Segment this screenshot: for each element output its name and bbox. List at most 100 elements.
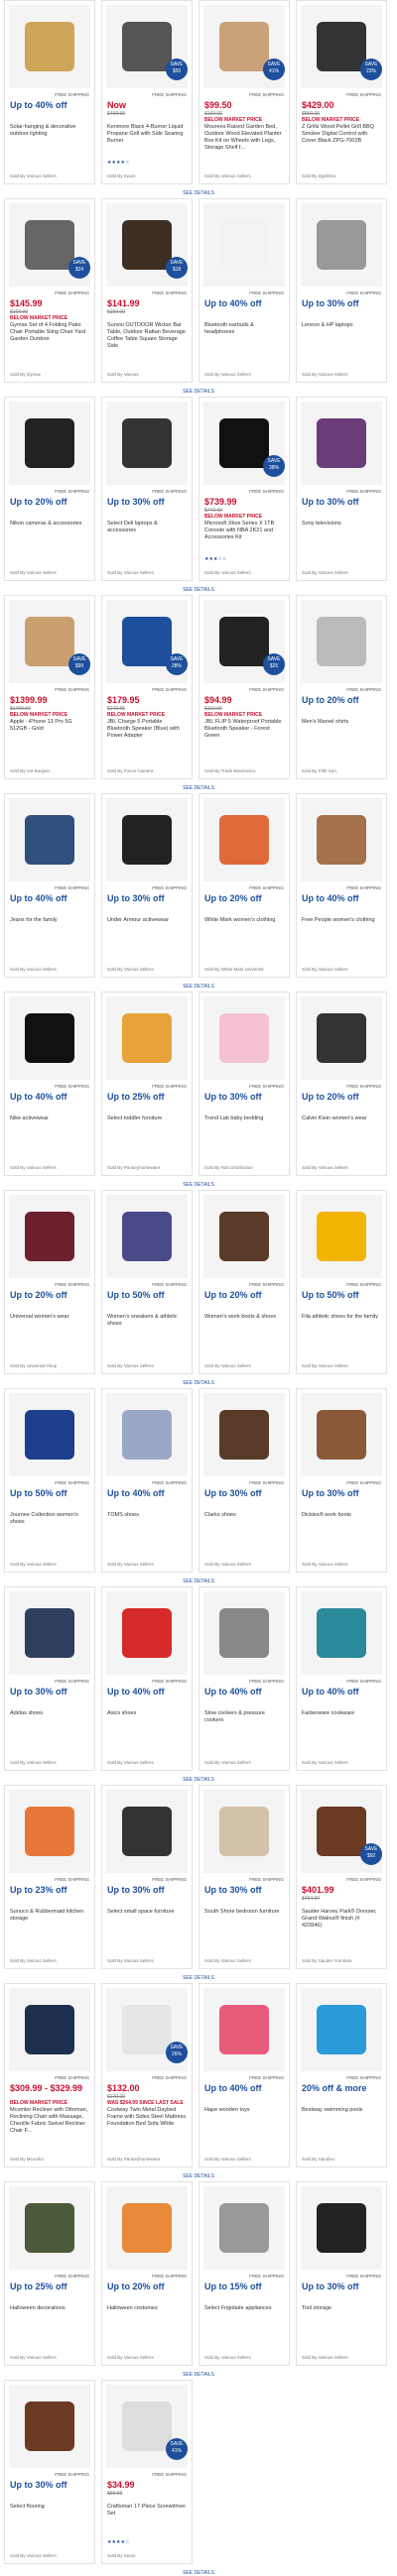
product-title[interactable]: Nikon cameras & accessories bbox=[10, 521, 89, 527]
product-title[interactable]: JBL Charge 5 Portable Bluetooth Speaker … bbox=[107, 719, 187, 740]
deal-card[interactable]: FREE SHIPPING $309.99 - $329.99 BELOW MARK… bbox=[4, 1983, 95, 2167]
see-details-link[interactable]: SEE DETAILS bbox=[0, 190, 397, 196]
product-title[interactable]: Microsoft Xbox Series X 1TB Console with… bbox=[204, 521, 284, 541]
product-title[interactable]: Lenovo & HP laptops bbox=[302, 322, 381, 329]
product-image[interactable] bbox=[106, 798, 188, 881]
product-title[interactable]: Costway Twin Metal Daybed Frame with Sid… bbox=[107, 2107, 187, 2128]
product-image[interactable] bbox=[301, 1988, 382, 2071]
product-image[interactable] bbox=[203, 996, 285, 1080]
product-image[interactable] bbox=[301, 600, 382, 683]
product-title[interactable]: Women's sneakers & athletic shoes bbox=[107, 1314, 187, 1328]
product-image[interactable] bbox=[203, 203, 285, 287]
product-image[interactable] bbox=[106, 1790, 188, 1873]
see-details-link[interactable]: SEE DETAILS bbox=[0, 1182, 397, 1188]
product-image[interactable] bbox=[9, 1790, 90, 1873]
product-image[interactable] bbox=[106, 1393, 188, 1476]
deal-card[interactable]: FREE SHIPPING Up to 20% off Women's work b… bbox=[198, 1190, 290, 1374]
product-image[interactable] bbox=[203, 1591, 285, 1675]
deal-card[interactable]: FREE SHIPPING Up to 20% off Nikon cameras … bbox=[4, 397, 95, 581]
product-title[interactable]: Universal women's wear bbox=[10, 1314, 89, 1321]
see-details-link[interactable]: SEE DETAILS bbox=[0, 2173, 397, 2179]
product-image[interactable] bbox=[301, 1195, 382, 1278]
product-image[interactable] bbox=[106, 402, 188, 485]
deal-card[interactable]: SAVE 38% FREE SHIPPING $739.99 $749.99 BELOW… bbox=[198, 397, 290, 581]
product-title[interactable]: Mourees Raised Garden Bed, Outdoor Wood … bbox=[204, 124, 284, 152]
product-title[interactable]: TOMS shoes bbox=[107, 1512, 187, 1519]
deal-card[interactable]: FREE SHIPPING Up to 30% off Tool storage So… bbox=[296, 2181, 387, 2366]
product-title[interactable]: Trend Lab baby bedding bbox=[204, 1115, 284, 1122]
product-title[interactable]: Sunviu OUTDOOR Wicker Bar Table, Outdoor… bbox=[107, 322, 187, 350]
product-image[interactable] bbox=[301, 2186, 382, 2270]
product-title[interactable]: Fila athletic shoes for the family bbox=[302, 1314, 381, 1321]
deal-card[interactable]: SAVE $92 FREE SHIPPING $401.99 $494.00 Saude… bbox=[296, 1785, 387, 1969]
product-image[interactable] bbox=[9, 5, 90, 88]
deal-card[interactable]: FREE SHIPPING Up to 20% off Universal wome… bbox=[4, 1190, 95, 1374]
see-details-link[interactable]: SEE DETAILS bbox=[0, 984, 397, 990]
product-title[interactable]: Gymax Set of 4 Folding Patio Chair Porta… bbox=[10, 322, 89, 343]
product-image[interactable] bbox=[301, 402, 382, 485]
product-title[interactable]: Asics shoes bbox=[107, 1710, 187, 1717]
deal-card[interactable]: SAVE 26% FREE SHIPPING $132.00 $179.00 WAS $… bbox=[101, 1983, 193, 2167]
deal-card[interactable]: FREE SHIPPING Up to 40% off Bluetooth earb… bbox=[198, 198, 290, 383]
product-image[interactable] bbox=[203, 1790, 285, 1873]
see-details-link[interactable]: SEE DETAILS bbox=[0, 1579, 397, 1584]
see-details-link[interactable]: SEE DETAILS bbox=[0, 1777, 397, 1783]
deal-card[interactable]: FREE SHIPPING Up to 20% off Calvin Klein w… bbox=[296, 992, 387, 1176]
deal-card[interactable]: FREE SHIPPING Up to 30% off Under Armour a… bbox=[101, 793, 193, 978]
deal-card[interactable]: SAVE 41% FREE SHIPPING $34.99 $59.99 Craftsm… bbox=[101, 2380, 193, 2564]
product-image[interactable] bbox=[9, 996, 90, 1080]
deal-card[interactable]: FREE SHIPPING 20% off & more Bestway swimm… bbox=[296, 1983, 387, 2167]
deal-card[interactable]: FREE SHIPPING Up to 50% off Journee Collec… bbox=[4, 1388, 95, 1573]
deal-card[interactable]: FREE SHIPPING Up to 15% off Select Frigida… bbox=[198, 2181, 290, 2366]
product-image[interactable] bbox=[9, 1591, 90, 1675]
product-title[interactable]: Select small space furniture bbox=[107, 1909, 187, 1916]
product-image[interactable] bbox=[301, 996, 382, 1080]
see-details-link[interactable]: SEE DETAILS bbox=[0, 1380, 397, 1386]
deal-card[interactable]: FREE SHIPPING Up to 30% off Trend Lab baby… bbox=[198, 992, 290, 1176]
deal-card[interactable]: FREE SHIPPING Up to 30% off Dickies® work … bbox=[296, 1388, 387, 1573]
deal-card[interactable]: FREE SHIPPING Up to 30% off South Shore be… bbox=[198, 1785, 290, 1969]
product-title[interactable]: Free People women's clothing bbox=[302, 917, 381, 924]
product-title[interactable]: Hape wooden toys bbox=[204, 2107, 284, 2114]
product-image[interactable] bbox=[203, 1988, 285, 2071]
deal-card[interactable]: SAVE $50 FREE SHIPPING Now $499.99 Kenmore B… bbox=[101, 0, 193, 184]
deal-card[interactable]: SAVE $18 FREE SHIPPING $141.99 $159.00 Sunvi… bbox=[101, 198, 193, 383]
deal-card[interactable]: SAVE $25 FREE SHIPPING $94.99 $119.99 BELOW … bbox=[198, 595, 290, 779]
deal-card[interactable]: FREE SHIPPING Up to 23% off Sunoco & Rubbe… bbox=[4, 1785, 95, 1969]
product-image[interactable] bbox=[203, 1393, 285, 1476]
product-image[interactable] bbox=[301, 798, 382, 881]
product-image[interactable] bbox=[9, 402, 90, 485]
product-image[interactable] bbox=[9, 798, 90, 881]
deal-card[interactable]: FREE SHIPPING Up to 25% off Select toddler… bbox=[101, 992, 193, 1176]
product-title[interactable]: Men's Marvel shirts bbox=[302, 719, 381, 726]
product-title[interactable]: South Shore bedroom furniture bbox=[204, 1909, 284, 1916]
product-title[interactable]: Jeans for the family bbox=[10, 917, 89, 924]
product-title[interactable]: Dickies® work boots bbox=[302, 1512, 381, 1519]
product-title[interactable]: Clarks shoes bbox=[204, 1512, 284, 1519]
product-title[interactable]: Mcombo Recliner with Ottoman, Reclining … bbox=[10, 2107, 89, 2135]
product-image[interactable] bbox=[203, 798, 285, 881]
deal-card[interactable]: SAVE 28% FREE SHIPPING $179.95 $249.95 BELOW… bbox=[101, 595, 193, 779]
product-title[interactable]: Sony televisions bbox=[302, 521, 381, 527]
deal-card[interactable]: FREE SHIPPING Up to 40% off Hape wooden to… bbox=[198, 1983, 290, 2167]
product-title[interactable]: Sauder Harvey Park® Dresser, Grand Walnu… bbox=[302, 1909, 381, 1930]
product-image[interactable] bbox=[9, 1393, 90, 1476]
deal-card[interactable]: FREE SHIPPING Up to 30% off Sony televisio… bbox=[296, 397, 387, 581]
product-image[interactable] bbox=[106, 1195, 188, 1278]
product-image[interactable] bbox=[106, 2186, 188, 2270]
product-title[interactable]: Bluetooth earbuds & headphones bbox=[204, 322, 284, 336]
product-title[interactable]: Slow cookers & pressure cookers bbox=[204, 1710, 284, 1724]
product-image[interactable] bbox=[9, 1195, 90, 1278]
product-image[interactable] bbox=[9, 2385, 90, 2468]
deal-card[interactable]: FREE SHIPPING Up to 50% off Women's sneake… bbox=[101, 1190, 193, 1374]
see-details-link[interactable]: SEE DETAILS bbox=[0, 2570, 397, 2576]
deal-card[interactable]: FREE SHIPPING Up to 50% off Fila athletic … bbox=[296, 1190, 387, 1374]
product-title[interactable]: Tool storage bbox=[302, 2305, 381, 2312]
deal-card[interactable]: SAVE 41% FREE SHIPPING $99.50 $169.00 BELOW … bbox=[198, 0, 290, 184]
product-image[interactable] bbox=[301, 1591, 382, 1675]
product-title[interactable]: Kenmore Black 4-Burner Liquid Propane Gr… bbox=[107, 124, 187, 145]
see-details-link[interactable]: SEE DETAILS bbox=[0, 587, 397, 593]
deal-card[interactable]: FREE SHIPPING Up to 20% off White Mark wom… bbox=[198, 793, 290, 978]
see-details-link[interactable]: SEE DETAILS bbox=[0, 1975, 397, 1981]
deal-card[interactable]: FREE SHIPPING Up to 40% off Asics shoes Sol… bbox=[101, 1586, 193, 1771]
